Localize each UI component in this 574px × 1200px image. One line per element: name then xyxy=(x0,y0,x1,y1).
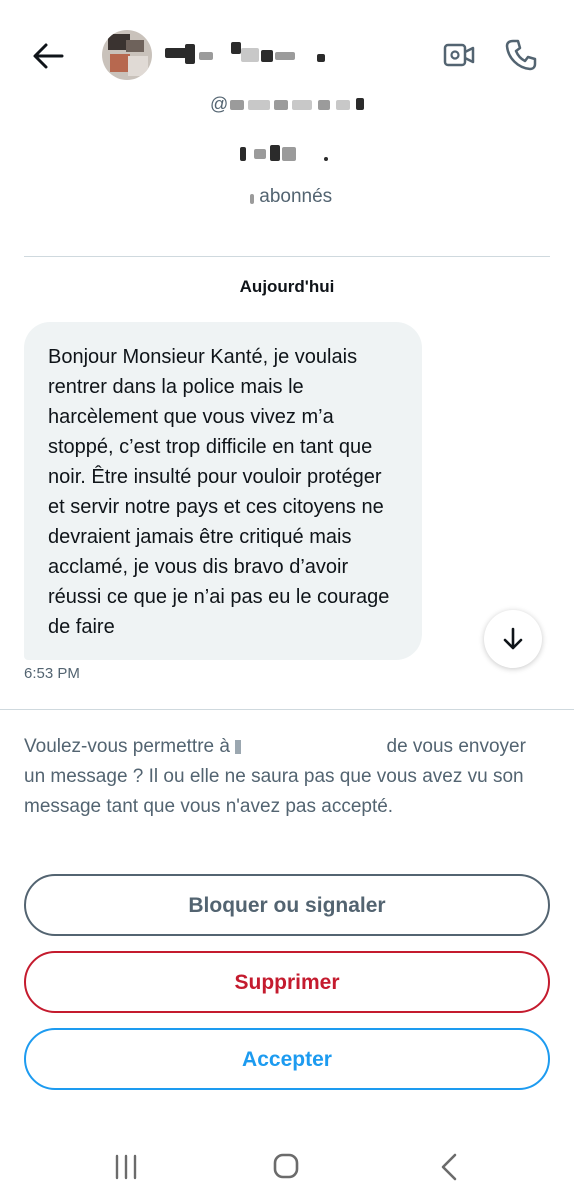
phone-icon xyxy=(505,39,537,71)
system-back-icon xyxy=(441,1153,457,1181)
system-back-button[interactable] xyxy=(432,1150,468,1184)
video-call-button[interactable] xyxy=(441,37,477,73)
request-text-before: Voulez-vous permettre à xyxy=(24,736,230,757)
arrow-down-icon xyxy=(503,627,523,650)
home-button[interactable] xyxy=(268,1150,304,1184)
scroll-to-bottom-button[interactable] xyxy=(484,610,542,668)
date-separator: Aujourd'hui xyxy=(239,277,335,296)
followers-count: abonnés xyxy=(250,186,390,210)
accept-button[interactable]: Accepter xyxy=(24,1028,550,1090)
delete-button[interactable]: Supprimer xyxy=(24,951,550,1013)
profile-handle-redacted: @ xyxy=(210,94,370,114)
video-camera-icon xyxy=(443,43,475,67)
message-timestamp: 6:53 PM xyxy=(24,665,80,682)
block-or-report-button[interactable]: Bloquer ou signaler xyxy=(24,874,550,936)
contact-name-redacted[interactable] xyxy=(165,42,365,70)
call-button[interactable] xyxy=(503,37,539,73)
home-icon xyxy=(273,1153,299,1179)
divider xyxy=(0,709,574,710)
arrow-left-icon xyxy=(33,43,64,69)
followers-label: abonnés xyxy=(259,186,333,207)
avatar[interactable] xyxy=(102,30,152,80)
recents-button[interactable] xyxy=(108,1152,144,1182)
system-navigation-bar xyxy=(0,1130,574,1200)
recents-icon xyxy=(115,1154,137,1180)
divider xyxy=(24,256,550,257)
profile-bio-redacted xyxy=(240,143,340,163)
back-button[interactable] xyxy=(28,36,68,76)
message-bubble[interactable]: Bonjour Monsieur Kanté, je voulais rentr… xyxy=(24,322,422,660)
redacted-username xyxy=(235,736,381,758)
message-request-prompt: Voulez-vous permettre à de vous envoyer … xyxy=(24,732,550,822)
